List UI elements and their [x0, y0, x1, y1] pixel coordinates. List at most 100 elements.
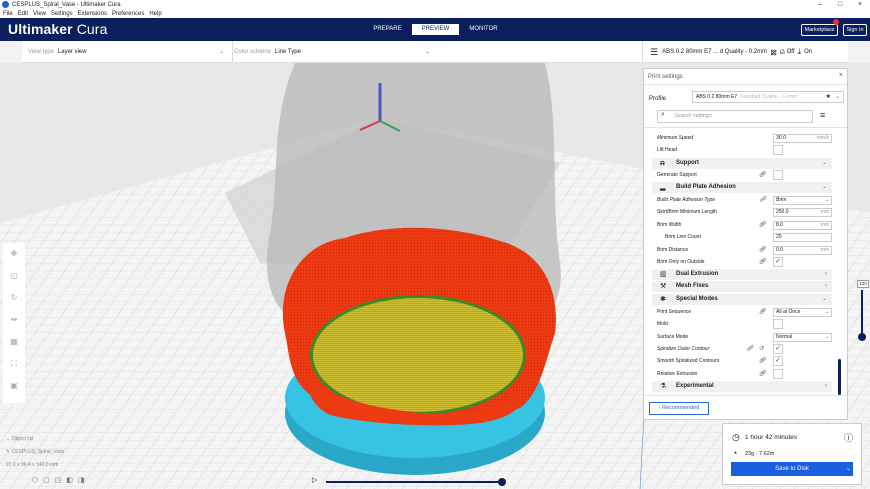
chevron-down-icon: ⌄	[424, 49, 430, 55]
print-time: 1 hour 42 minutes	[745, 434, 798, 441]
support-state: Off	[786, 49, 795, 55]
info-icon[interactable]: ⓘ	[844, 431, 853, 444]
mirror-tool-icon[interactable]: ⇹	[9, 315, 19, 325]
adhesion-state: On	[804, 49, 813, 55]
rotate-tool-icon[interactable]: ↻	[9, 293, 19, 303]
play-icon[interactable]: ▷	[312, 476, 317, 484]
setting-value: Normal	[776, 334, 793, 340]
right-view-icon[interactable]: ◨	[78, 476, 85, 484]
recommended-button[interactable]: ‹ Recommended	[649, 402, 709, 415]
tab-prepare[interactable]: PREPARE	[364, 24, 411, 35]
setting-skirt-brim-min-length: Skirt/Brim Minimum Length 250.0 mm	[657, 206, 832, 218]
star-icon[interactable]: ★	[826, 92, 831, 102]
setting-label: Mold	[657, 321, 668, 327]
job-name[interactable]: ✎ CESPLUS_Spiral_Vase	[6, 449, 64, 462]
category-support[interactable]: ⍾ Support ⌄	[652, 158, 832, 169]
settings-scrollbar[interactable]	[838, 359, 841, 395]
category-label: Dual Extrusion	[676, 271, 719, 277]
view-type-select[interactable]: View type Layer view ⌄	[28, 45, 228, 59]
3d-view-icon[interactable]: ⬡	[32, 476, 38, 484]
per-model-settings-icon[interactable]: ▦	[9, 337, 19, 347]
material-usage: 23g · 7.62m	[745, 451, 775, 457]
chevron-down-icon: ⌄	[218, 49, 224, 55]
scale-tool-icon[interactable]: ◱	[9, 271, 19, 281]
menu-file[interactable]: File	[3, 11, 13, 17]
support-blocker-icon[interactable]: ⛶	[9, 359, 19, 369]
setting-checkbox[interactable]	[773, 145, 783, 155]
setting-checkbox[interactable]	[773, 369, 783, 379]
setting-value-input[interactable]: 250.0 mm	[773, 208, 832, 217]
setting-value-select[interactable]: All at Once ⌄	[773, 308, 832, 317]
marketplace-button[interactable]: Marketplace	[801, 24, 838, 36]
timeline-handle[interactable]	[498, 478, 506, 486]
setting-value-select[interactable]: Brim ⌄	[773, 196, 832, 205]
setting-checkbox[interactable]	[773, 170, 783, 180]
top-view-icon[interactable]: ◳	[55, 476, 62, 484]
search-settings-input[interactable]: Search settings	[657, 110, 813, 123]
setting-checkbox[interactable]: ✓	[773, 344, 783, 354]
chevron-down-icon[interactable]: ⌄	[846, 462, 851, 476]
extruder-icon[interactable]: ▣	[9, 381, 19, 391]
chevron-down-icon: ⌄	[824, 309, 829, 315]
setting-value-input[interactable]: 0.0 mm	[773, 246, 832, 255]
category-special-modes[interactable]: ✱ Special Modes ⌄	[652, 294, 832, 305]
setting-value-select[interactable]: Normal ⌄	[773, 333, 832, 342]
category-experimental[interactable]: ⚗ Experimental ‹	[652, 381, 832, 392]
move-tool-icon[interactable]: ✥	[9, 249, 19, 259]
setting-value-input[interactable]: 30.0 mm/s	[773, 134, 832, 143]
menu-settings[interactable]: Settings	[51, 11, 73, 17]
search-icon: ⌕	[661, 111, 665, 118]
menu-edit[interactable]: Edit	[18, 11, 28, 17]
settings-visibility-menu-icon[interactable]: ≡	[820, 110, 825, 120]
stage-tabs: PREPARE PREVIEW MONITOR	[364, 24, 508, 35]
setting-value: 20	[776, 234, 782, 240]
menu-preferences[interactable]: Preferences	[112, 11, 144, 17]
setting-smooth-spiralized: Smooth Spiralized Contours 🔗︎ ✓	[657, 355, 832, 367]
chevron-down-icon: ⌄	[821, 184, 827, 190]
maximize-button[interactable]: □	[830, 0, 850, 9]
layer-slider[interactable]: 120	[857, 280, 869, 341]
setting-checkbox[interactable]: ✓	[773, 356, 783, 366]
divider	[644, 127, 847, 128]
minimize-button[interactable]: –	[810, 0, 830, 9]
menu-extensions[interactable]: Extensions	[78, 11, 107, 17]
support-icon: ⍾	[660, 160, 665, 167]
category-build-plate-adhesion[interactable]: ▂ Build Plate Adhesion ⌄	[652, 182, 832, 193]
object-list-label[interactable]: ⌄ Object list	[6, 436, 64, 449]
timeline-track[interactable]	[326, 481, 502, 483]
dual-extrusion-icon: ▥	[660, 271, 667, 278]
panel-title: Print settings	[648, 74, 683, 80]
setting-label: Lift Head	[657, 147, 678, 153]
setting-checkbox[interactable]	[773, 319, 783, 329]
category-mesh-fixes[interactable]: ⚒ Mesh Fixes ‹	[652, 281, 832, 292]
clock-icon: ◷	[732, 432, 740, 442]
profile-select[interactable]: ABS 0.2 80mm E7 Standard Quality - 0.2mm …	[692, 91, 844, 103]
close-window-button[interactable]: ×	[850, 0, 870, 9]
print-setup-selector[interactable]: ☰ ABS 0.2 80mm E7 ... d Quality - 0.2mm …	[646, 41, 848, 63]
left-view-icon[interactable]: ◧	[66, 476, 73, 484]
setting-checkbox[interactable]: ✓	[773, 257, 783, 267]
object-dimensions: 97.1 x 96.4 x 140.0 mm	[6, 462, 59, 468]
object-list-text: Object list	[11, 436, 34, 442]
category-label: Special Modes	[676, 296, 718, 302]
tab-preview[interactable]: PREVIEW	[412, 24, 459, 35]
close-icon[interactable]: ×	[839, 72, 843, 79]
adhesion-icon: ⍝	[779, 47, 785, 56]
setting-value-input[interactable]: 20	[773, 233, 832, 242]
category-dual-extrusion[interactable]: ▥ Dual Extrusion ‹	[652, 269, 832, 280]
reset-icon[interactable]: ↺	[759, 343, 764, 355]
print-settings-panel: Print settings × Profile ABS 0.2 80mm E7…	[643, 68, 848, 420]
front-view-icon[interactable]: ▢	[43, 476, 50, 484]
download-icon: ⤓	[797, 47, 802, 56]
save-to-disk-button[interactable]: Save to Disk ⌄	[731, 462, 853, 476]
menu-view[interactable]: View	[33, 11, 46, 17]
menu-help[interactable]: Help	[149, 11, 161, 17]
setting-value-input[interactable]: 8.0 mm	[773, 221, 832, 230]
divider	[644, 84, 847, 85]
color-scheme-select[interactable]: Color scheme Line Type ⌄	[234, 45, 434, 59]
layer-value[interactable]: 120	[857, 280, 869, 288]
save-label: Save to Disk	[775, 466, 809, 472]
sign-in-button[interactable]: Sign In	[843, 24, 867, 36]
layer-slider-handle[interactable]	[858, 333, 866, 341]
tab-monitor[interactable]: MONITOR	[460, 24, 507, 35]
